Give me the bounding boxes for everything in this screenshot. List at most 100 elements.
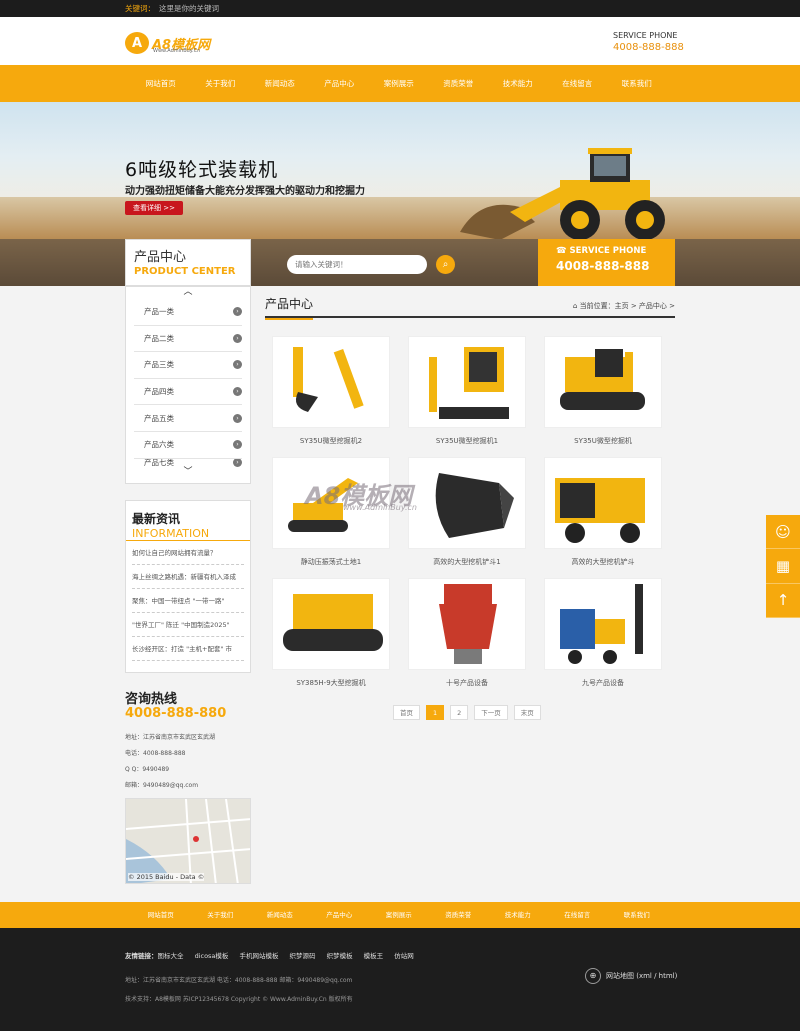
content-header: 产品中心 ⌂ 当前位置：主页 > 产品中心 > (265, 293, 675, 320)
category-item[interactable]: 产品一类 › (134, 299, 242, 326)
logo-mark-icon: A (125, 32, 149, 54)
product-name[interactable]: 静动压振荡式土地1 (272, 557, 390, 567)
footer-address: 地址：江苏省南京市玄武区玄武湖 电话：4008-888-888 邮箱：94904… (125, 977, 353, 984)
product-image[interactable] (408, 578, 526, 670)
news-item[interactable]: 聚焦：中国一带纽点 "一带一路" (132, 589, 244, 613)
product-name[interactable]: SY385H-9大型挖掘机 (272, 678, 390, 688)
product-card[interactable]: SY35U微型挖掘机1 (408, 336, 526, 446)
banner-title: 6吨级轮式装载机 (125, 159, 279, 181)
scroll-down-icon[interactable]: ﹀ (126, 467, 250, 479)
news-item[interactable]: 如何让自己的网站拥有流量？ (132, 541, 244, 565)
product-name[interactable]: 十号产品设备 (408, 678, 526, 688)
news-item[interactable]: 海上丝绸之路机遇：新疆有机入泽成 (132, 565, 244, 589)
friend-links-label: 友情链接： (125, 952, 158, 960)
arrow-right-icon: › (233, 333, 242, 343)
service-phone-number: 4008-888-888 (556, 259, 650, 273)
footer-nav-item[interactable]: 案例展示 (369, 902, 429, 928)
product-image[interactable] (544, 336, 662, 428)
arrow-right-icon: › (233, 458, 242, 467)
footer-nav-item[interactable]: 技术能力 (488, 902, 548, 928)
product-card[interactable]: 十号产品设备 (408, 578, 526, 688)
site-logo[interactable]: A A8模板网 Www.AdminBuy.Cn (125, 30, 210, 56)
page-first[interactable]: 首页 (393, 705, 420, 720)
nav-item-about[interactable]: 关于我们 (191, 65, 251, 102)
category-list: ︿ 产品一类 › 产品二类 › 产品三类 › 产品四类 › 产品五类 › 产品六类 › 产品… (125, 286, 251, 484)
news-item[interactable]: "世界工厂" 陈迁 "中国制造2025" (132, 613, 244, 637)
header-service: SERVICE PHONE 4008-888-888 (613, 31, 684, 53)
product-name[interactable]: SY35U微型挖掘机1 (408, 436, 526, 446)
category-item[interactable]: 产品二类 › (134, 326, 242, 353)
product-name[interactable]: SY35U微型挖掘机 (544, 436, 662, 446)
nav-item-contact[interactable]: 联系我们 (607, 65, 667, 102)
product-card[interactable]: 高效的大型挖机铲斗 (544, 457, 662, 567)
page-1[interactable]: 1 (426, 705, 445, 720)
product-center-cn: 产品中心 (134, 250, 187, 265)
product-image[interactable] (544, 578, 662, 670)
news-title-en: INFORMATION (126, 527, 250, 541)
search-button[interactable]: ⌕ (436, 255, 455, 274)
friend-links-list[interactable]: 图标大全 dicosa模板 手机网站模板 织梦源码 织梦模板 模板王 仿站网 (158, 952, 414, 960)
product-name[interactable]: 九号产品设备 (544, 678, 662, 688)
product-card[interactable]: SY35U微型挖掘机 (544, 336, 662, 446)
product-name[interactable]: 高效的大型挖机铲斗 (544, 557, 662, 567)
contact-phone: 电话：4008-888-888 (125, 750, 186, 757)
product-card[interactable]: 九号产品设备 (544, 578, 662, 688)
back-to-top-icon[interactable]: ↑ (766, 584, 800, 618)
footer-nav-item[interactable]: 产品中心 (310, 902, 370, 928)
hotline-title: 咨询热线 (125, 692, 178, 707)
sitemap-label: 网站地图 (xml / html) (606, 972, 678, 980)
product-center-en: PRODUCT CENTER (134, 266, 236, 277)
page-2[interactable]: 2 (450, 705, 469, 720)
scroll-up-icon[interactable]: ︿ (126, 287, 250, 299)
product-image[interactable] (408, 336, 526, 428)
footer-nav-item[interactable]: 联系我们 (607, 902, 667, 928)
footer-nav-item[interactable]: 网站首页 (131, 902, 191, 928)
category-item[interactable]: 产品七类 › (134, 458, 242, 467)
main-nav: 网站首页 关于我们 新闻动态 产品中心 案例展示 资质荣誉 技术能力 在线留言 … (0, 65, 800, 102)
category-item[interactable]: 产品四类 › (134, 379, 242, 406)
product-image[interactable] (544, 457, 662, 549)
service-label: SERVICE PHONE (613, 31, 678, 40)
contact-qq: Q Q：9490489 (125, 766, 170, 773)
footer-nav-item[interactable]: 新闻动态 (250, 902, 310, 928)
qrcode-icon[interactable]: ▦ (766, 549, 800, 584)
news-title-cn: 最新资讯 (132, 512, 181, 526)
product-card[interactable]: SY385H-9大型挖掘机 (272, 578, 390, 688)
nav-item-products[interactable]: 产品中心 (310, 65, 370, 102)
sitemap-link[interactable]: ⊕ 网站地图 (xml / html) (585, 968, 677, 984)
product-image[interactable] (272, 578, 390, 670)
footer-nav-item[interactable]: 在线留言 (548, 902, 608, 928)
category-item[interactable]: 产品五类 › (134, 405, 242, 432)
service-phone-box: ☎ SERVICE PHONE 4008-888-888 (538, 239, 675, 286)
product-name[interactable]: 高效的大型挖机铲斗1 (408, 557, 526, 567)
category-item[interactable]: 产品六类 › (134, 432, 242, 459)
category-item[interactable]: 产品三类 › (134, 352, 242, 379)
home-icon: ⌂ (572, 302, 580, 310)
nav-item-honors[interactable]: 资质荣誉 (429, 65, 489, 102)
product-card[interactable]: 高效的大型挖机铲斗1 (408, 457, 526, 567)
footer-nav-item[interactable]: 资质荣誉 (429, 902, 489, 928)
floating-sidebar: ☺ ▦ ↑ (766, 515, 800, 618)
product-card[interactable]: SY35U微型挖掘机2 (272, 336, 390, 446)
product-card[interactable]: 静动压振荡式土地1 (272, 457, 390, 567)
search-input[interactable] (287, 255, 427, 274)
qq-icon[interactable]: ☺ (766, 515, 800, 550)
nav-item-home[interactable]: 网站首页 (131, 65, 191, 102)
content-title: 产品中心 (265, 295, 314, 320)
nav-item-message[interactable]: 在线留言 (548, 65, 608, 102)
news-item[interactable]: 长沙经开区：打造 "主机+配套" 市 (132, 637, 244, 661)
page-last[interactable]: 末页 (513, 705, 541, 720)
page-next[interactable]: 下一页 (474, 705, 508, 720)
nav-item-tech[interactable]: 技术能力 (488, 65, 548, 102)
nav-item-cases[interactable]: 案例展示 (369, 65, 429, 102)
banner-detail-button[interactable]: 查看详细 >> (125, 201, 183, 215)
product-name[interactable]: SY35U微型挖掘机2 (272, 436, 390, 446)
footer-nav-item[interactable]: 关于我们 (191, 902, 251, 928)
footer-nav: 网站首页 关于我们 新闻动态 产品中心 案例展示 资质荣誉 技术能力 在线留言 … (0, 902, 800, 928)
product-image[interactable] (408, 457, 526, 549)
nav-item-news[interactable]: 新闻动态 (250, 65, 310, 102)
product-image[interactable] (272, 336, 390, 428)
contact-email: 邮箱：9490489@qq.com (125, 782, 199, 789)
location-map[interactable]: © 2015 Baidu - Data © (125, 798, 251, 884)
arrow-right-icon: › (233, 307, 242, 317)
